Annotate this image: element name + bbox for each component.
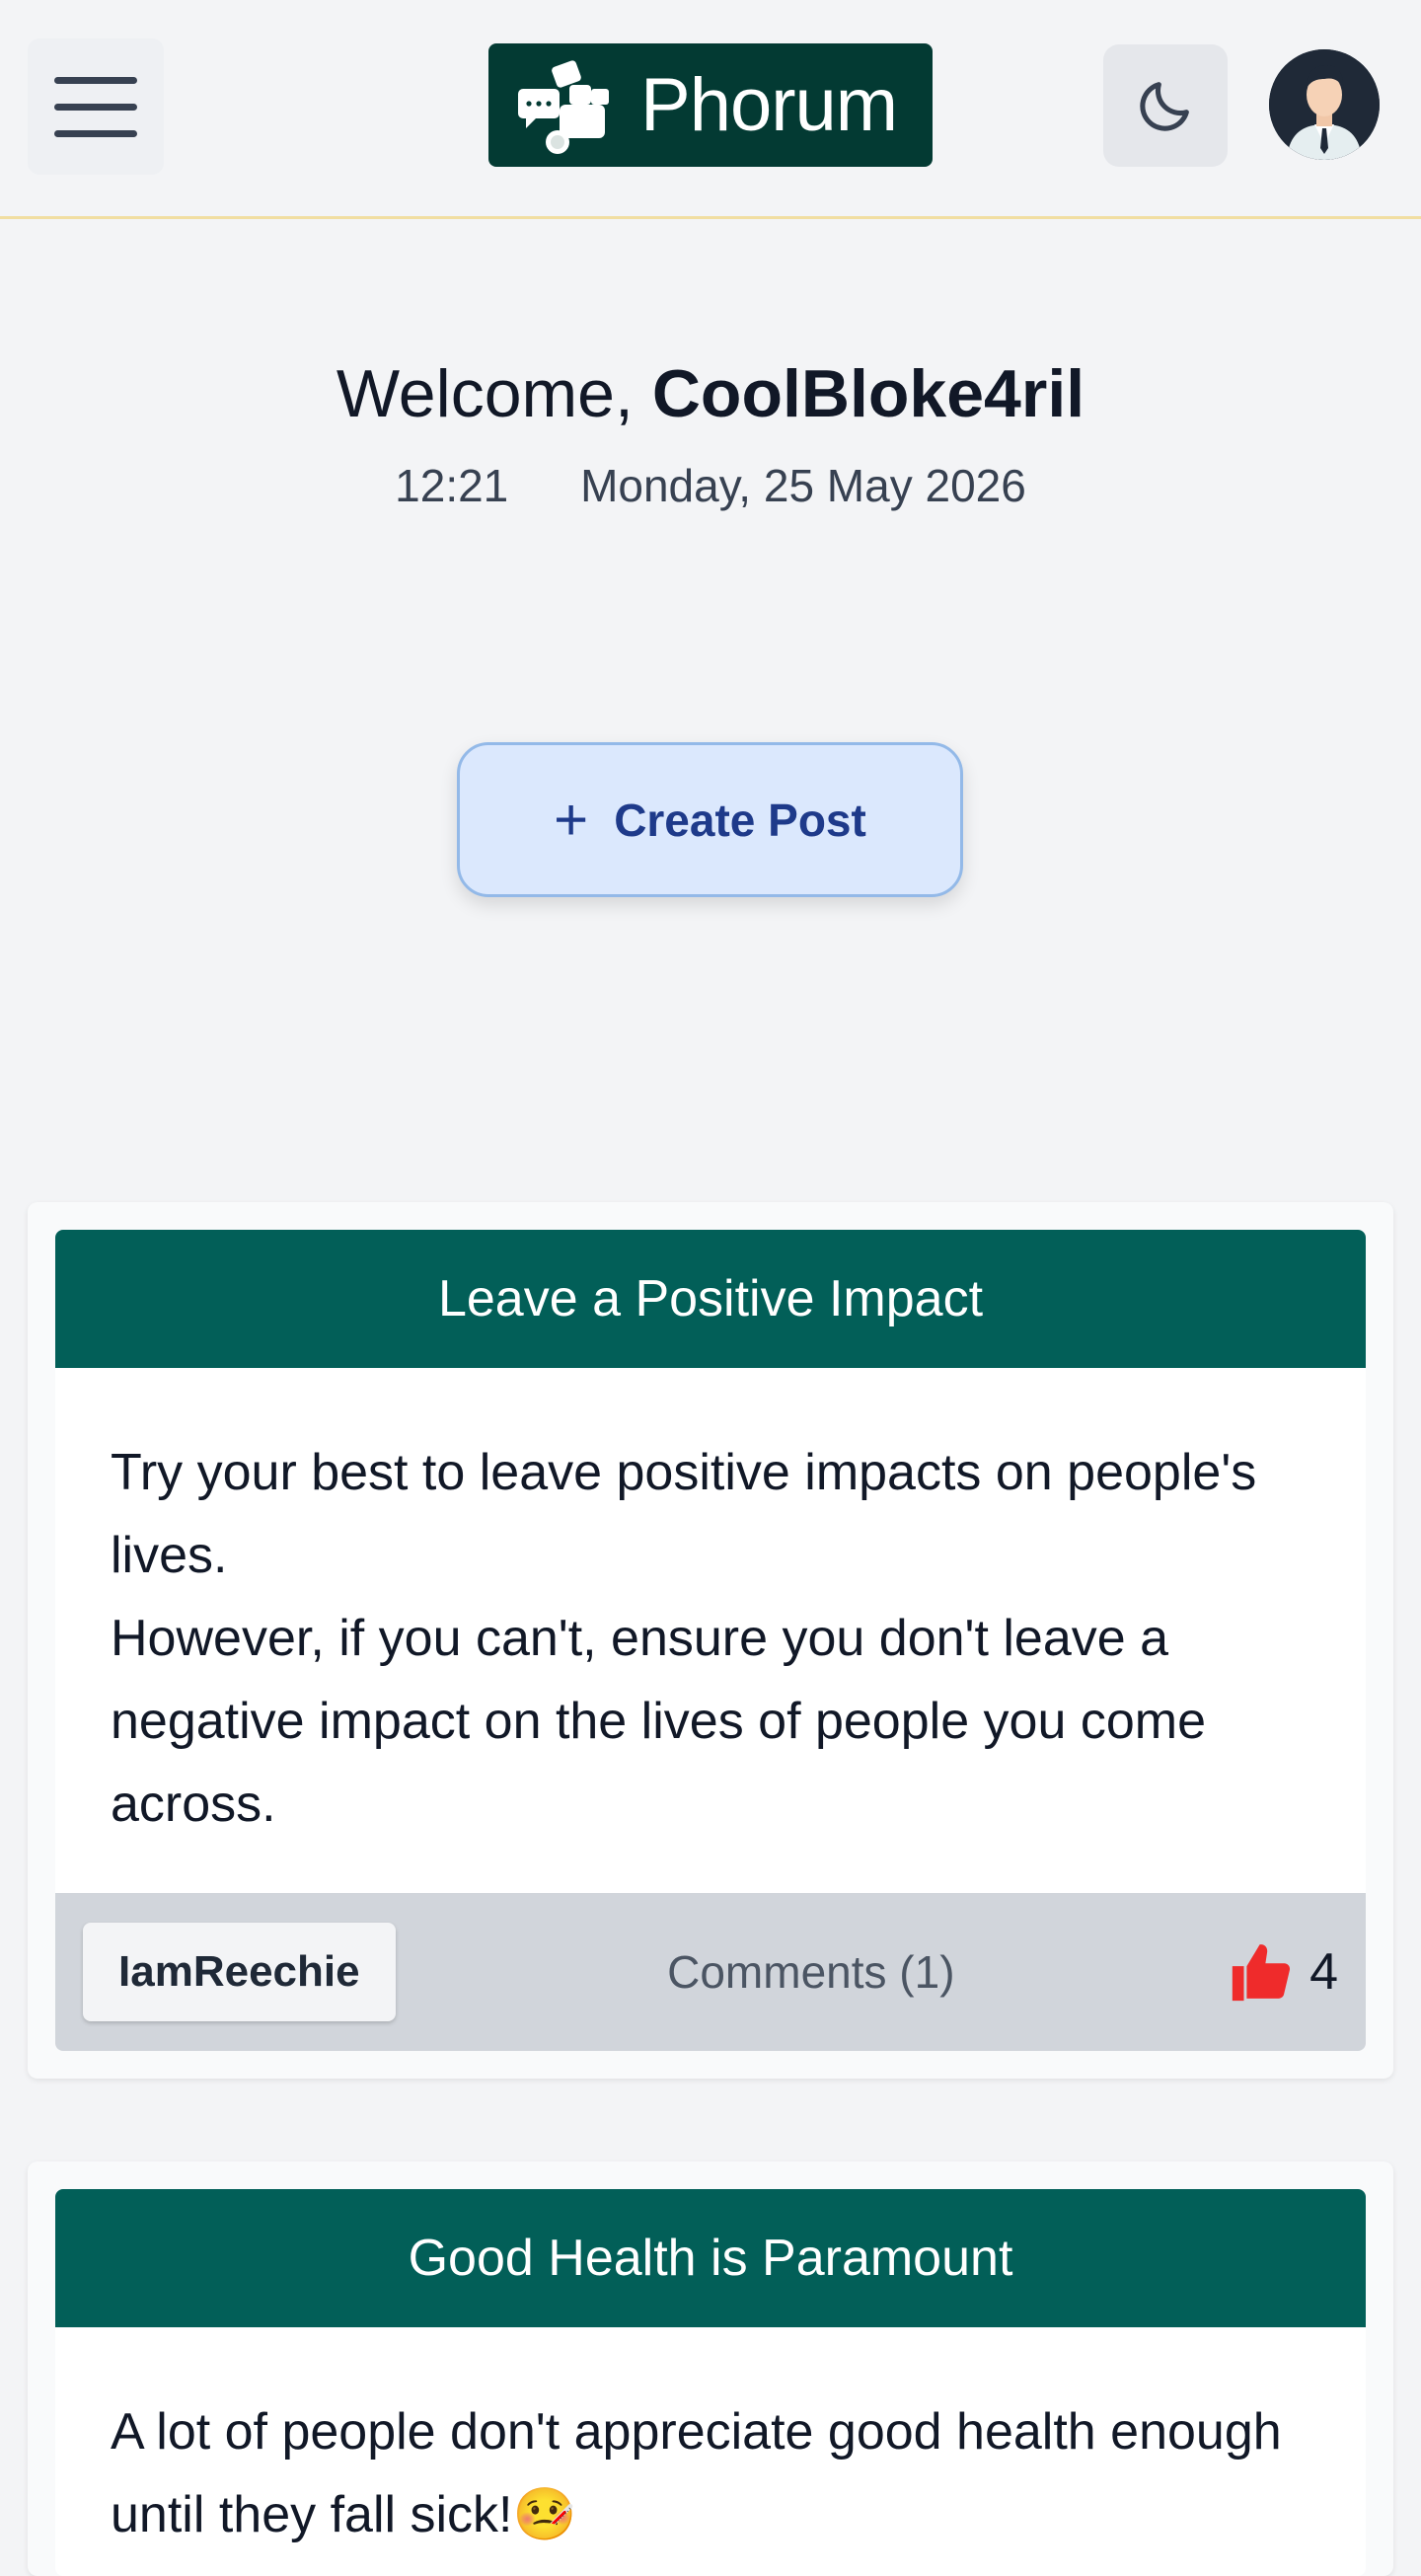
user-avatar[interactable] <box>1269 49 1380 160</box>
hamburger-bar <box>54 103 137 111</box>
post-body-line: Try your best to leave positive impacts … <box>111 1444 1257 1584</box>
chat-bubbles-icon <box>518 59 609 154</box>
post-body-line: However, if you can't, ensure you don't … <box>111 1610 1207 1833</box>
post-likes: 4 <box>1227 1937 1338 2007</box>
avatar-image <box>1269 49 1380 160</box>
create-post-label: Create Post <box>614 794 866 846</box>
post-title[interactable]: Leave a Positive Impact <box>55 1230 1366 1368</box>
current-datetime: 12:21 Monday, 25 May 2026 <box>0 459 1421 512</box>
post-body-line: A lot of people don't appreciate good he… <box>111 2403 1282 2543</box>
theme-toggle-button[interactable] <box>1103 44 1228 167</box>
current-time: 12:21 <box>395 460 509 511</box>
menu-button[interactable] <box>28 38 164 175</box>
post-card: Leave a Positive Impact Try your best to… <box>28 1202 1393 2079</box>
post-author-button[interactable]: IamReechie <box>83 1923 396 2021</box>
post-card-inner: Leave a Positive Impact Try your best to… <box>55 1230 1366 2051</box>
like-count: 4 <box>1309 1943 1338 2001</box>
thumbs-up-icon[interactable] <box>1227 1937 1296 2007</box>
current-date: Monday, 25 May 2026 <box>580 460 1026 511</box>
welcome-username: CoolBloke4ril <box>651 356 1085 431</box>
hamburger-bar <box>54 129 137 137</box>
create-post-button[interactable]: + Create Post <box>457 742 963 897</box>
logo-text: Phorum <box>640 63 898 147</box>
plus-icon: + <box>554 786 589 853</box>
top-header: Phorum <box>0 0 1421 219</box>
phorum-logo[interactable]: Phorum <box>488 43 933 167</box>
post-body: Try your best to leave positive impacts … <box>55 1368 1366 1846</box>
post-title[interactable]: Good Health is Paramount <box>55 2189 1366 2327</box>
welcome-heading: Welcome, CoolBloke4ril <box>0 355 1421 432</box>
post-card-inner: Good Health is Paramount A lot of people… <box>55 2189 1366 2576</box>
welcome-greeting: Welcome, <box>336 356 634 431</box>
post-body: A lot of people don't appreciate good he… <box>55 2327 1366 2556</box>
post-comments-link[interactable]: Comments (1) <box>396 1945 1228 1999</box>
hamburger-menu-icon <box>54 76 137 84</box>
post-card: Good Health is Paramount A lot of people… <box>28 2161 1393 2576</box>
post-footer: IamReechie Comments (1) 4 <box>55 1893 1366 2051</box>
moon-icon <box>1140 82 1189 131</box>
